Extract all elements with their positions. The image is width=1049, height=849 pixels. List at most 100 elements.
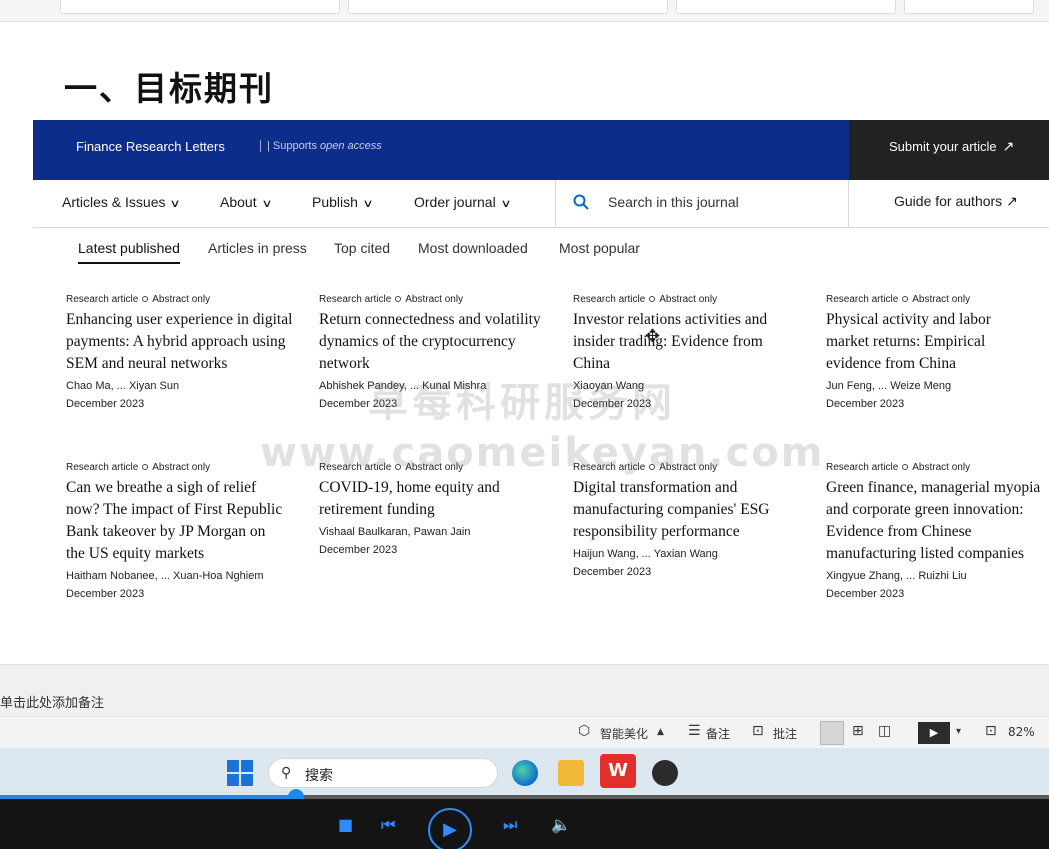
slide-title: 一、目标期刊 — [64, 69, 274, 108]
toolbar-field[interactable] — [60, 0, 340, 14]
tab-most-downloaded[interactable]: Most downloaded — [418, 240, 528, 256]
comments-button[interactable]: 批注 — [773, 725, 797, 742]
top-toolbar-strip — [0, 0, 1049, 22]
wps-office-icon[interactable]: W — [600, 754, 636, 788]
separator-dot-icon — [902, 464, 909, 470]
notes-icon[interactable]: ☰ — [688, 723, 701, 739]
article-type: Research article — [66, 294, 139, 305]
caret-up-icon[interactable]: ▲ — [657, 727, 664, 737]
toolbar-field[interactable] — [904, 0, 1034, 14]
chevron-down-icon: ∨ — [362, 198, 374, 210]
journal-search-input[interactable]: Search in this journal — [608, 194, 739, 210]
article-date: December 2023 — [66, 588, 145, 600]
journal-name[interactable]: Finance Research Letters — [76, 139, 225, 154]
article-title-link[interactable]: Digital transformation and manufacturing… — [573, 477, 803, 543]
windows-start-icon[interactable] — [227, 760, 253, 786]
access-label: Abstract only — [912, 462, 971, 473]
article-date: December 2023 — [319, 544, 398, 556]
article-meta: Research article Abstract only — [826, 294, 1036, 305]
next-icon[interactable]: ⏭ — [503, 815, 517, 835]
guide-label: Guide for authors — [894, 193, 1003, 209]
taskbar: ⚲ 搜索 W — [0, 748, 1049, 798]
separator-dot-icon — [902, 296, 909, 302]
file-explorer-icon[interactable] — [558, 760, 584, 786]
play-slideshow-button[interactable]: ▶ — [918, 722, 950, 744]
notes-button[interactable]: 备注 — [706, 725, 730, 742]
notes-placeholder[interactable]: 单击此处添加备注 — [0, 692, 104, 711]
article-card: Research article Abstract only Enhancing … — [66, 294, 296, 413]
screen: 一、目标期刊 Finance Research Letters | Suppor… — [0, 0, 1049, 849]
separator-dot-icon — [142, 464, 149, 470]
article-authors: Vishaal Baulkaran, Pawan Jain — [319, 526, 471, 538]
access-label: Abstract only — [152, 462, 211, 473]
article-title-link[interactable]: COVID-19, home equity and retirement fun… — [319, 477, 534, 521]
zoom-level[interactable]: 82% — [1008, 725, 1035, 739]
beautify-icon[interactable]: ⬡ — [578, 723, 590, 739]
tab-top-cited[interactable]: Top cited — [334, 240, 390, 256]
article-date: December 2023 — [826, 398, 905, 410]
tab-articles-in-press[interactable]: Articles in press — [208, 240, 307, 256]
tab-latest-published[interactable]: Latest published — [78, 240, 180, 264]
nav-publish[interactable]: Publish ∨ — [312, 194, 374, 210]
external-arrow-icon: ↗ — [1006, 193, 1018, 209]
play-icon[interactable]: ▶ — [428, 808, 472, 849]
chevron-down-icon: ∨ — [169, 198, 182, 210]
reading-view-icon[interactable]: ◫ — [878, 723, 891, 739]
toolbar-field[interactable] — [676, 0, 896, 14]
article-meta: Research article Abstract only — [573, 294, 803, 305]
fit-window-icon[interactable]: ⊡ — [985, 723, 997, 739]
article-type: Research article — [319, 294, 392, 305]
submit-article-button[interactable]: Submit your article ↗ — [849, 120, 1049, 180]
article-card: Research article Abstract only COVID-19, … — [319, 462, 534, 559]
article-date: December 2023 — [66, 398, 145, 410]
article-card: Research article Abstract only Can we bre… — [66, 462, 286, 603]
article-card: Research article Abstract only Physical a… — [826, 294, 1036, 413]
article-authors: Chao Ma, ... Xiyan Sun — [66, 380, 180, 392]
taskbar-search[interactable]: ⚲ 搜索 — [268, 758, 498, 788]
app-icon[interactable] — [652, 760, 678, 786]
volume-icon[interactable]: 🔈 — [551, 815, 571, 834]
grid-view-icon[interactable]: ⊞ — [852, 723, 864, 739]
nav-order-journal[interactable]: Order journal ∨ — [414, 194, 511, 210]
nav-divider — [848, 180, 849, 228]
open-access-note: | Supports open access — [260, 140, 382, 152]
nav-about[interactable]: About ∨ — [220, 194, 272, 210]
article-title-link[interactable]: Return connectedness and volatility dyna… — [319, 309, 549, 375]
stop-icon[interactable]: ■ — [338, 815, 353, 834]
article-title-link[interactable]: Investor relations activities and inside… — [573, 309, 803, 375]
external-arrow-icon: ↗ — [1002, 138, 1015, 154]
article-title-link[interactable]: Green finance, managerial myopia and cor… — [826, 477, 1041, 565]
guide-for-authors-link[interactable]: Guide for authors ↗ — [894, 193, 1018, 210]
journal-nav: Articles & Issues ∨ About ∨ Publish ∨ Order… — [33, 180, 1049, 228]
separator-dot-icon — [142, 296, 149, 302]
search-icon: ⚲ — [281, 765, 292, 781]
article-title-link[interactable]: Physical activity and labor market retur… — [826, 309, 1036, 375]
article-authors: Haitham Nobanee, ... Xuan-Hoa Nghiem — [66, 570, 264, 582]
article-title-link[interactable]: Can we breathe a sigh of relief now? The… — [66, 477, 286, 565]
nav-label: About — [220, 194, 257, 210]
comment-icon[interactable]: ⊡ — [752, 723, 764, 739]
article-meta: Research article Abstract only — [66, 462, 286, 473]
article-card: Research article Abstract only Green fina… — [826, 462, 1041, 603]
previous-icon[interactable]: ⏮ — [381, 815, 395, 835]
video-player-controls: ■ ⏮ ▶ ⏭ 🔈 — [0, 799, 1049, 849]
article-authors: Haijun Wang, ... Yaxian Wang — [573, 548, 718, 560]
beautify-button[interactable]: 智能美化 — [600, 725, 648, 742]
edge-browser-icon[interactable] — [512, 760, 538, 786]
nav-label: Publish — [312, 194, 358, 210]
tab-most-popular[interactable]: Most popular — [559, 240, 640, 256]
slide-canvas: 一、目标期刊 Finance Research Letters | Suppor… — [0, 32, 1049, 664]
notes-pane[interactable]: 单击此处添加备注 — [0, 664, 1049, 716]
article-title-link[interactable]: Enhancing user experience in digital pay… — [66, 309, 296, 375]
normal-view-button[interactable] — [820, 721, 844, 745]
watermark-chinese: 草莓科研服务网 — [368, 380, 676, 426]
nav-articles-issues[interactable]: Articles & Issues ∨ — [62, 194, 182, 210]
search-icon[interactable] — [573, 194, 589, 214]
article-date: December 2023 — [573, 566, 652, 578]
article-meta: Research article Abstract only — [826, 462, 1041, 473]
access-label: Abstract only — [405, 294, 464, 305]
watermark-url: www.caomeikeyan.com — [260, 430, 825, 476]
toolbar-field[interactable] — [348, 0, 668, 14]
article-type: Research article — [573, 294, 646, 305]
caret-down-icon[interactable]: ▾ — [956, 726, 961, 737]
